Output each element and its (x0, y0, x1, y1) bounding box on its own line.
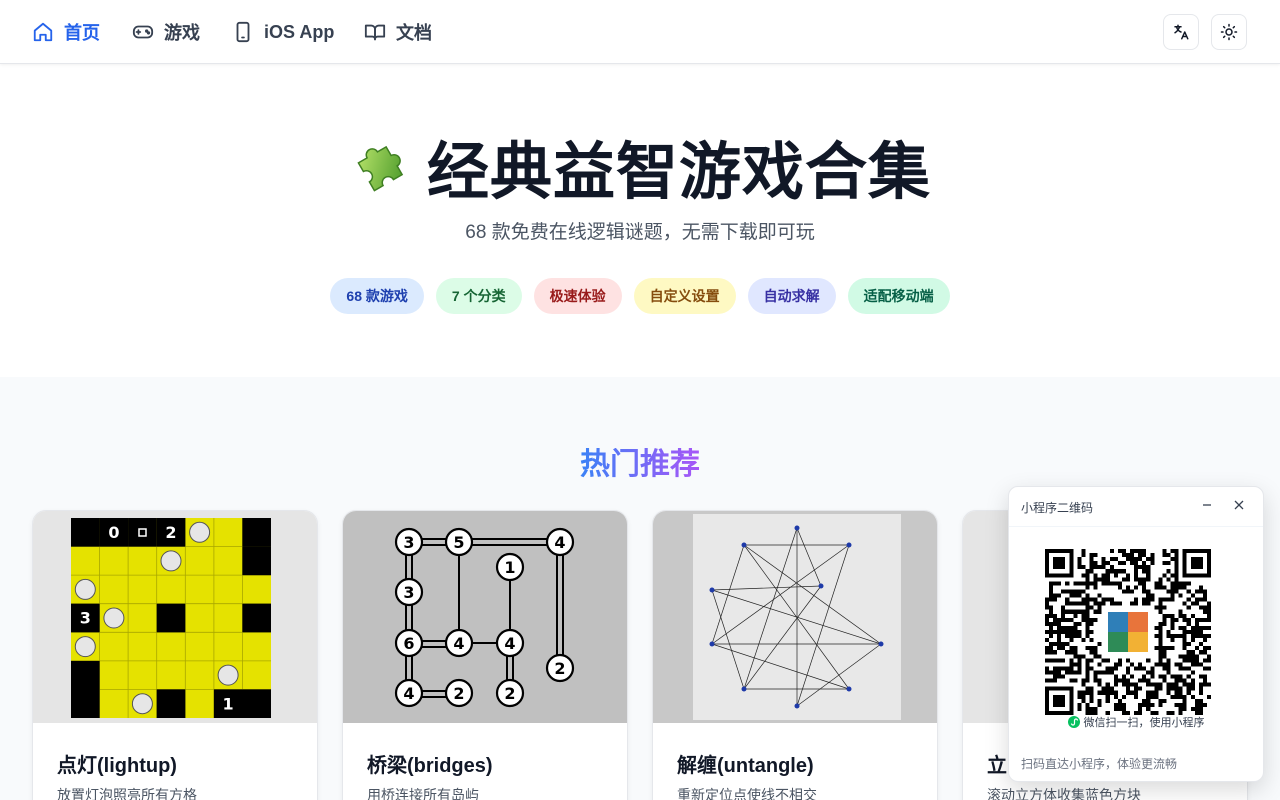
puzzle-piece-icon (357, 145, 404, 192)
lightup-bulb (217, 664, 239, 686)
book-icon (364, 24, 386, 41)
bridges-island: 4 (403, 684, 414, 703)
card-desc-lightup: 放置灯泡照亮所有方格 (57, 787, 197, 800)
qr-footer: 扫码直达小程序，体验更流畅 (1021, 757, 1178, 771)
bridges-island: 6 (403, 634, 414, 653)
bridges-island: 2 (554, 659, 565, 678)
nav-label-home: 首页 (64, 23, 100, 43)
mini-program-qr-popup: 小程序二维码 微信扫一扫，使用小程序 扫码直达小程序，体验更流畅 (1008, 486, 1264, 782)
minimize-button[interactable] (1197, 495, 1217, 515)
bridges-island: 5 (453, 533, 464, 552)
tag-auto-solve: 自动求解 (747, 278, 836, 314)
lightup-bulb (131, 693, 153, 715)
lightup-bulb (74, 636, 96, 658)
card-desc-cube: 滚动立方体收集蓝色方块 (987, 787, 1141, 800)
tag-game-count: 68 款游戏 (330, 278, 424, 314)
bridges-island: 4 (504, 634, 515, 653)
bridges-thumbnail: 3 5 4 1 3 6 4 4 2 4 2 2 (343, 511, 627, 723)
qr-code-image (1045, 549, 1211, 715)
card-title-untangle: 解缠(untangle) (677, 755, 814, 777)
nav-item-docs[interactable]: 文档 (364, 18, 432, 46)
game-card-lightup[interactable]: 0 2 3 1 点灯(lightup) 放置灯泡照亮所有方格 (32, 510, 318, 800)
tag-mobile: 适配移动端 (847, 278, 950, 314)
page-subtitle: 68 款免费在线逻辑谜题，无需下载即可玩 (465, 222, 815, 243)
card-title-cube: 立 (987, 755, 1007, 777)
phone-icon (236, 21, 250, 43)
bridges-island: 1 (504, 558, 515, 577)
nav-item-ios-app[interactable]: iOS App (232, 18, 334, 46)
untangle-board (693, 514, 901, 720)
lightup-thumbnail: 0 2 3 1 (33, 511, 317, 723)
untangle-thumbnail (653, 511, 937, 723)
close-button[interactable] (1229, 495, 1249, 515)
qr-caption-row: 微信扫一扫，使用小程序 (1009, 714, 1263, 730)
bridges-island: 3 (403, 583, 414, 602)
theme-toggle-button[interactable] (1211, 14, 1247, 50)
nav-item-games[interactable]: 游戏 (132, 18, 200, 46)
bridges-island: 2 (453, 684, 464, 703)
bridges-island: 4 (554, 533, 565, 552)
nav-item-home[interactable]: 首页 (32, 18, 100, 46)
section-title: 热门推荐 (0, 439, 1280, 483)
lightup-bulb (103, 607, 125, 629)
hero-section: 经典益智游戏合集 68 款免费在线逻辑谜题，无需下载即可玩 68 款游戏 7 个… (0, 65, 1280, 377)
nav-label-ios-app: iOS App (264, 21, 335, 42)
game-card-bridges[interactable]: 3 5 4 1 3 6 4 4 2 4 2 2 桥梁(bridges) 用桥连接… (342, 510, 628, 800)
feature-tags: 68 款游戏 7 个分类 极速体验 自定义设置 自动求解 适配移动端 (0, 278, 1280, 314)
lightup-board: 0 2 3 1 (71, 518, 271, 718)
minus-icon (1203, 504, 1211, 506)
qr-popup-title: 小程序二维码 (1021, 501, 1094, 515)
qr-caption: 微信扫一扫，使用小程序 (1083, 717, 1205, 729)
lightup-bulb (160, 550, 182, 572)
wechat-mini-program-icon (1067, 716, 1080, 728)
lightup-clue-2: 2 (165, 523, 176, 542)
card-title-lightup: 点灯(lightup) (57, 755, 177, 777)
qr-popup-header: 小程序二维码 (1009, 487, 1263, 527)
tag-fast: 极速体验 (533, 278, 622, 314)
home-icon (33, 22, 53, 42)
language-button[interactable] (1163, 14, 1199, 50)
bridges-island: 3 (403, 533, 414, 552)
bridges-board: 3 5 4 1 3 6 4 4 2 4 2 2 (394, 527, 575, 708)
tag-custom-settings: 自定义设置 (633, 278, 736, 314)
card-desc-bridges: 用桥连接所有岛屿 (367, 787, 479, 800)
translate-icon (1174, 24, 1189, 40)
tag-categories: 7 个分类 (435, 278, 522, 314)
gamepad-icon (132, 25, 154, 39)
bridges-island: 2 (504, 684, 515, 703)
top-navbar: 首页 游戏 iOS App 文档 (0, 0, 1280, 64)
bridges-island: 4 (453, 634, 464, 653)
close-icon (1234, 500, 1244, 510)
nav-label-docs: 文档 (396, 23, 432, 43)
hero-title-row: 经典益智游戏合集 (0, 121, 1280, 211)
lightup-bulb (74, 578, 96, 600)
nav-label-games: 游戏 (164, 23, 200, 43)
lightup-clue-1: 1 (223, 694, 234, 713)
game-card-untangle[interactable]: 解缠(untangle) 重新定位点使线不相交 (652, 510, 938, 800)
lightup-clue-3: 3 (80, 609, 91, 628)
card-desc-untangle: 重新定位点使线不相交 (677, 787, 817, 800)
lightup-clue-0: 0 (108, 523, 119, 542)
page-title: 经典益智游戏合集 (426, 138, 931, 207)
section-title-text: 热门推荐 (580, 448, 700, 481)
lightup-bulb (189, 521, 211, 543)
sun-icon (1220, 23, 1238, 41)
card-title-bridges: 桥梁(bridges) (367, 755, 493, 777)
